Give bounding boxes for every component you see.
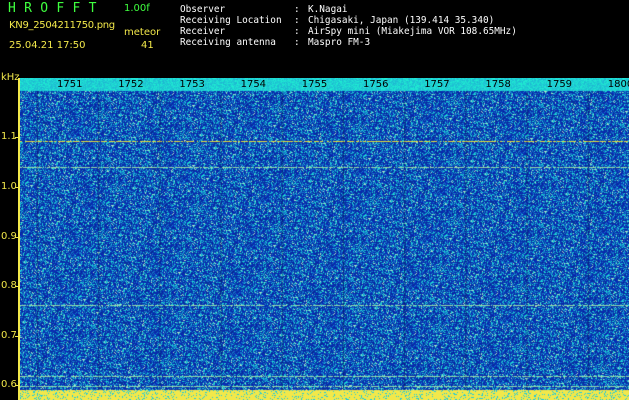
y-tick-mark bbox=[15, 186, 20, 188]
info-value: AirSpy mini (Miakejima VOR 108.65MHz) bbox=[308, 26, 517, 37]
x-tick-label: 1759 bbox=[546, 79, 573, 90]
info-row-observer: Observer: K.Nagai bbox=[180, 4, 348, 15]
datetime-label: 25.04.21 17:50 bbox=[9, 40, 86, 51]
x-tick-label: 1751 bbox=[57, 79, 83, 90]
info-label: Observer bbox=[180, 4, 226, 15]
x-tick-label: 1755 bbox=[301, 79, 328, 90]
info-label: Receiving Location bbox=[180, 15, 282, 26]
x-tick-label: 1754 bbox=[240, 79, 267, 90]
info-row-receiver: Receiver: AirSpy mini (Miakejima VOR 108.… bbox=[180, 26, 517, 37]
info-separator: : bbox=[294, 37, 300, 48]
info-value: K.Nagai bbox=[308, 4, 348, 15]
y-axis-unit: kHz bbox=[1, 72, 20, 83]
y-tick-mark bbox=[15, 286, 20, 288]
app-title: HROFFT bbox=[8, 1, 105, 16]
info-separator: : bbox=[294, 26, 300, 37]
x-tick-label: 1753 bbox=[179, 79, 205, 90]
info-label: Receiver bbox=[180, 26, 226, 37]
spectrogram-plot[interactable] bbox=[20, 78, 629, 400]
info-value: Maspro FM-3 bbox=[308, 37, 371, 48]
info-row-antenna: Receiving antenna: Maspro FM-3 bbox=[180, 37, 370, 48]
meteor-counter-value: 41 bbox=[141, 40, 154, 51]
info-separator: : bbox=[294, 15, 300, 26]
info-label: Receiving antenna bbox=[180, 37, 276, 48]
y-tick-mark bbox=[15, 335, 20, 337]
y-axis-line bbox=[18, 78, 20, 400]
y-tick-mark bbox=[15, 385, 20, 387]
x-tick-label: 1752 bbox=[118, 79, 144, 90]
filename-label: KN9_2504211750.png bbox=[9, 20, 115, 31]
info-value: Chigasaki, Japan (139.414 35.340) bbox=[308, 15, 495, 26]
x-tick-label: 1757 bbox=[424, 79, 450, 90]
y-tick-mark bbox=[15, 137, 20, 139]
version-label: 1.00f bbox=[124, 3, 150, 14]
x-tick-label: 1800 bbox=[607, 79, 629, 90]
x-tick-label: 1756 bbox=[363, 79, 389, 90]
x-tick-label: 1758 bbox=[485, 79, 511, 90]
info-row-location: Receiving Location: Chigasaki, Japan (139… bbox=[180, 15, 494, 26]
meteor-counter-label: meteor bbox=[124, 27, 161, 38]
y-tick-mark bbox=[15, 236, 20, 238]
info-separator: : bbox=[294, 4, 300, 15]
